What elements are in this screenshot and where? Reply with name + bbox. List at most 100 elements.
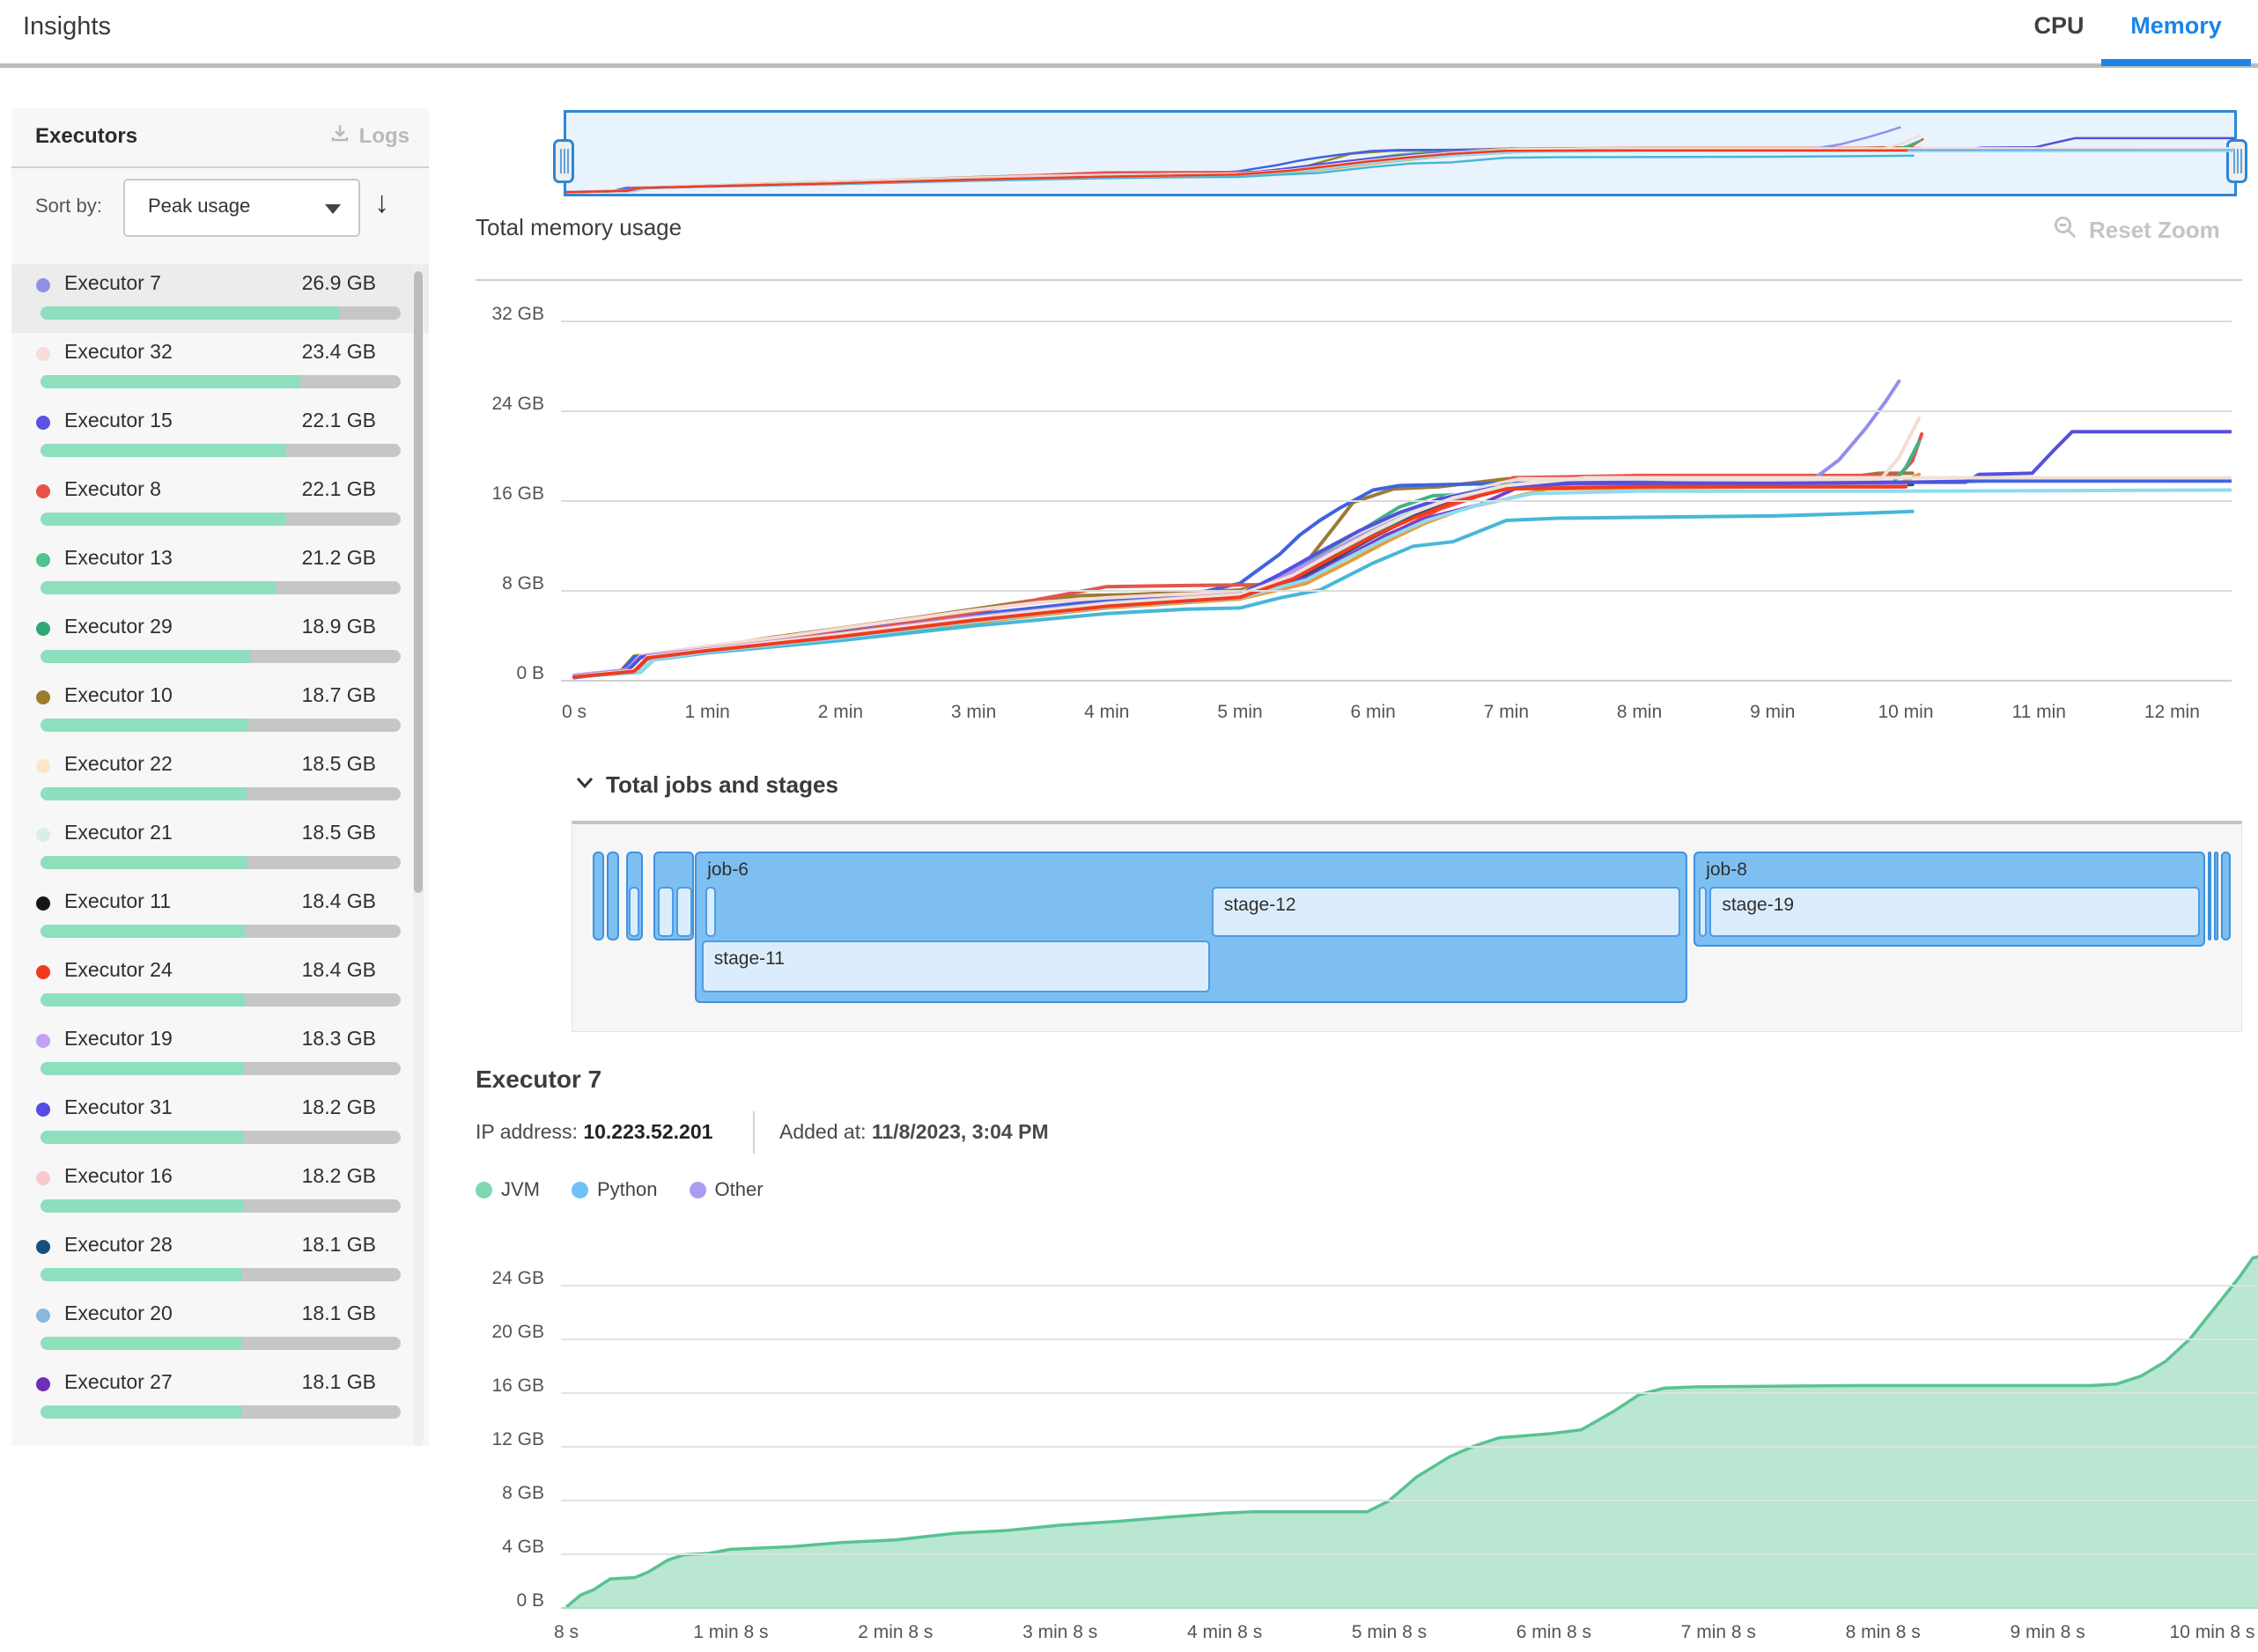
executor-usage-bar: [41, 375, 401, 388]
executor-usage-bar: [41, 1131, 401, 1144]
sort-direction-button[interactable]: ↓: [374, 186, 389, 220]
legend-item[interactable]: JVM: [476, 1178, 540, 1201]
active-tab-underline: [2101, 59, 2251, 66]
logs-button[interactable]: Logs: [329, 122, 410, 150]
executor-ip: IP address: 10.223.52.201: [476, 1120, 712, 1144]
grip-line: [2233, 149, 2235, 173]
executor-usage-fill: [41, 1199, 243, 1213]
memory-series-line: [574, 512, 1913, 677]
executor-name: Executor 28: [64, 1233, 173, 1257]
sort-dropdown[interactable]: Peak usage: [123, 179, 360, 237]
scrollbar-thumb[interactable]: [414, 271, 423, 893]
tab-cpu[interactable]: CPU: [2017, 12, 2101, 40]
executor-row[interactable]: Executor 2118.5 GB: [11, 814, 429, 882]
zoom-brush-area[interactable]: [564, 110, 2237, 196]
y-axis-label: 0 B: [465, 1590, 544, 1611]
job-label: job-8: [1706, 859, 1747, 881]
stage-label: stage-11: [714, 948, 785, 970]
executor-peak-value: 18.4 GB: [302, 958, 376, 982]
gridline: [561, 1285, 2258, 1287]
executor-row[interactable]: Executor 2018.1 GB: [11, 1294, 429, 1363]
y-axis-label: 16 GB: [465, 1375, 544, 1397]
grip-line: [567, 149, 569, 173]
scrollbar-track[interactable]: [413, 264, 424, 1446]
stage-bar[interactable]: [1699, 887, 1707, 937]
y-axis-label: 4 GB: [465, 1537, 544, 1558]
job-bar[interactable]: [2214, 852, 2218, 940]
stage-bar[interactable]: [676, 887, 692, 937]
reset-zoom-button[interactable]: Reset Zoom: [2052, 214, 2220, 247]
gridline: [561, 1553, 2258, 1555]
executor-row[interactable]: Executor 1118.4 GB: [11, 882, 429, 951]
stage-bar[interactable]: [629, 887, 639, 937]
executor-row[interactable]: Executor 1522.1 GB: [11, 402, 429, 470]
executor-row[interactable]: Executor 1918.3 GB: [11, 1020, 429, 1088]
x-axis-label: 10 min 8 s: [2170, 1622, 2255, 1643]
executor-color-dot: [36, 690, 50, 704]
executor-usage-bar: [41, 444, 401, 457]
page-title: Insights: [23, 12, 111, 41]
download-icon: [329, 122, 351, 150]
executor-row[interactable]: Executor 822.1 GB: [11, 470, 429, 539]
executor-usage-bar: [41, 1268, 401, 1281]
executor-row[interactable]: Executor 2218.5 GB: [11, 745, 429, 814]
executor-name: Executor 10: [64, 683, 173, 707]
x-axis-label: 5 min 8 s: [1352, 1622, 1427, 1643]
stage-bar-stage-12[interactable]: stage-12: [1212, 887, 1680, 937]
stage-label: stage-12: [1224, 895, 1296, 916]
executor-peak-value: 21.2 GB: [302, 546, 376, 570]
x-axis-label: 8 min 8 s: [1846, 1622, 1921, 1643]
executor-row[interactable]: Executor 3118.2 GB: [11, 1088, 429, 1157]
executor-usage-bar: [41, 787, 401, 800]
executor-row[interactable]: Executor 29 18.9 GB: [11, 608, 429, 676]
executor-peak-value: 18.9 GB: [302, 615, 376, 638]
memory-series-line: [574, 481, 2231, 677]
executors-sidebar: Executors Logs Sort by: Peak usage ↓ Exe…: [11, 108, 429, 1446]
executor-row[interactable]: Executor 726.9 GB: [11, 264, 429, 333]
memory-series-line: [574, 484, 1913, 677]
job-bar[interactable]: [2221, 852, 2231, 940]
executor-peak-value: 18.1 GB: [302, 1370, 376, 1394]
legend-item[interactable]: Python: [572, 1178, 658, 1201]
executor-color-dot: [36, 484, 50, 498]
executor-name: Executor 7: [64, 271, 161, 295]
sort-by-label: Sort by:: [35, 195, 102, 218]
executor-usage-fill: [41, 1405, 242, 1419]
executor-peak-value: 18.4 GB: [302, 889, 376, 913]
grip-line: [564, 149, 565, 173]
executor-row[interactable]: Executor 1618.2 GB: [11, 1157, 429, 1226]
executor-peak-value: 18.3 GB: [302, 1027, 376, 1051]
x-axis-label: 12 min: [2144, 702, 2200, 723]
jobs-section-title: Total jobs and stages: [606, 771, 838, 799]
reset-zoom-label: Reset Zoom: [2089, 217, 2220, 244]
job-bar[interactable]: [593, 852, 605, 940]
job-bar[interactable]: [2208, 852, 2212, 940]
executor-row[interactable]: Executor 3223.4 GB: [11, 333, 429, 402]
y-axis-label: 20 GB: [465, 1322, 544, 1343]
executor-color-dot: [36, 759, 50, 773]
tab-memory[interactable]: Memory: [2110, 12, 2242, 40]
executor-usage-fill: [41, 444, 286, 457]
executor-row[interactable]: Executor 2718.1 GB: [11, 1363, 429, 1432]
executor-name: Executor 24: [64, 958, 173, 982]
stage-bar[interactable]: [705, 887, 716, 937]
jobs-section-toggle[interactable]: Total jobs and stages: [574, 771, 838, 799]
job-bar[interactable]: [607, 852, 619, 940]
legend-item[interactable]: Other: [690, 1178, 764, 1201]
executor-usage-bar: [41, 925, 401, 938]
executor-row[interactable]: Executor 1018.7 GB: [11, 676, 429, 745]
executor-row[interactable]: Executor 2818.1 GB: [11, 1226, 429, 1294]
executor-name: Executor 29: [64, 615, 173, 638]
brush-handle-left[interactable]: [553, 139, 574, 183]
stage-bar[interactable]: [658, 887, 674, 937]
gridline: [561, 1392, 2258, 1394]
executor-peak-value: 18.1 GB: [302, 1302, 376, 1325]
stage-bar-stage-19[interactable]: stage-19: [1709, 887, 2199, 937]
memory-series-line: [574, 475, 1919, 677]
executor-row[interactable]: Executor 1321.2 GB: [11, 539, 429, 608]
stage-bar-stage-11[interactable]: stage-11: [702, 940, 1211, 992]
executor-name: Executor 32: [64, 340, 173, 364]
executor-usage-bar: [41, 1062, 401, 1075]
brush-handle-right[interactable]: [2226, 139, 2247, 183]
executor-row[interactable]: Executor 24 18.4 GB: [11, 951, 429, 1020]
